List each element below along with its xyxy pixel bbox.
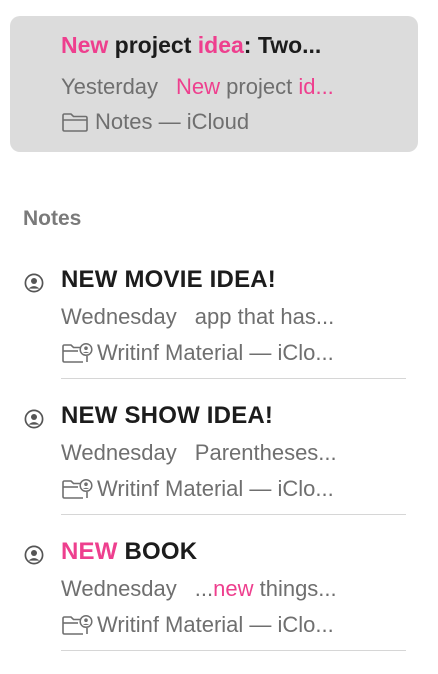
section-header-notes: Notes: [23, 207, 82, 230]
note-title: NEW MOVIE IDEA!: [61, 266, 277, 293]
snippet-highlight: new: [213, 576, 254, 601]
title-text: : Two...: [243, 32, 322, 58]
list-item[interactable]: NEW SHOW IDEA! Wednesday Parentheses... W…: [0, 402, 438, 538]
note-date: Wednesday: [61, 440, 177, 465]
note-folder: Notes — iCloud: [61, 109, 249, 135]
snippet-highlight: id...: [298, 74, 334, 99]
note-meta: Wednesday ...new things...: [61, 576, 337, 602]
list-item[interactable]: NEW MOVIE IDEA! Wednesday app that has...…: [0, 266, 438, 402]
title-highlight: idea: [197, 32, 244, 58]
snippet-text: Parentheses...: [194, 440, 337, 465]
snippet-text: ...: [194, 576, 214, 601]
note-date: Wednesday: [61, 304, 177, 329]
shared-folder-icon: [62, 342, 93, 363]
title-highlight: New: [61, 32, 109, 58]
title-text: project: [108, 32, 198, 58]
shared-folder-icon: [62, 614, 93, 635]
note-meta: Wednesday Parentheses...: [61, 440, 337, 466]
divider: [61, 650, 406, 651]
note-title: New project idea: Two...: [61, 32, 321, 59]
snippet-highlight: New: [176, 74, 221, 99]
shared-folder-icon: [62, 478, 93, 499]
title-text: BOOK: [117, 538, 198, 565]
note-meta: Wednesday app that has...: [61, 304, 334, 330]
note-folder: Writinf Material — iClo...: [61, 340, 334, 366]
folder-label: Writinf Material — iClo...: [97, 476, 334, 501]
note-title: NEW SHOW IDEA!: [61, 402, 274, 429]
note-meta: Yesterday New project id...: [61, 74, 334, 100]
note-title: NEW BOOK: [61, 538, 197, 566]
note-folder: Writinf Material — iClo...: [61, 476, 334, 502]
title-highlight: NEW: [61, 538, 118, 565]
folder-label: Writinf Material — iClo...: [97, 612, 334, 637]
list-item[interactable]: NEW BOOK Wednesday ...new things... Writi…: [0, 538, 438, 674]
person-circle-icon: [24, 273, 44, 293]
snippet-text: things...: [253, 576, 337, 601]
snippet-text: app that has...: [194, 304, 335, 329]
folder-label: Notes — iCloud: [95, 109, 250, 134]
folder-label: Writinf Material — iClo...: [97, 340, 334, 365]
divider: [61, 514, 406, 515]
search-result-selected[interactable]: New project idea: Two... Yesterday New pr…: [10, 16, 418, 152]
snippet-text: project: [220, 74, 299, 99]
note-date: Yesterday: [61, 74, 159, 99]
person-circle-icon: [24, 545, 44, 565]
note-folder: Writinf Material — iClo...: [61, 612, 334, 638]
folder-icon: [62, 113, 88, 132]
person-circle-icon: [24, 409, 44, 429]
note-date: Wednesday: [61, 576, 177, 601]
divider: [61, 378, 406, 379]
